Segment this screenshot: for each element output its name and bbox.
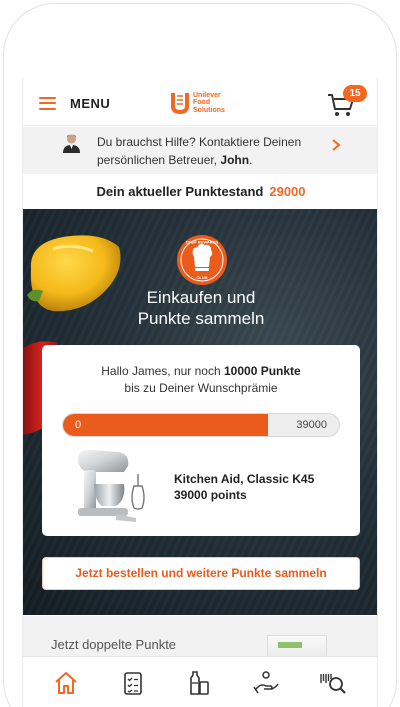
unilever-logo-icon: [171, 93, 189, 114]
points-value: 29000: [269, 184, 306, 199]
bottom-tab-bar: [23, 656, 377, 707]
order-and-collect-button[interactable]: Jetzt bestellen und weitere Punkte samme…: [42, 557, 360, 590]
rewards-hero: CHEF REWARDS CLUB Einkaufen und Punkte s…: [23, 209, 377, 615]
cart-count-badge: 15: [343, 85, 367, 102]
points-balance: Dein aktueller Punktestand 29000: [23, 175, 377, 208]
logo-text: Unilever Food Solutions: [193, 91, 225, 114]
teaser-text: Jetzt doppelte Punkte: [51, 637, 177, 652]
reward-progress-card[interactable]: Hallo James, nur noch 10000 Punkte bis z…: [42, 345, 360, 536]
product-name: Kitchen Aid, Classic K45: [174, 472, 315, 486]
progress-max-label: 39000: [296, 419, 327, 431]
checklist-icon[interactable]: [119, 669, 147, 697]
app-screen: MENU Unilever Food Solutions 15 Du brauc…: [22, 78, 378, 707]
hand-coin-icon[interactable]: [252, 669, 280, 697]
progress-fill: [63, 414, 269, 436]
hero-title: Einkaufen und Punkte sammeln: [137, 288, 265, 328]
badge-text-top: CHEF REWARDS: [186, 240, 219, 245]
progress-min-label: 0: [75, 419, 82, 431]
barcode-search-icon[interactable]: [319, 669, 347, 697]
unilever-food-solutions-logo[interactable]: Unilever Food Solutions: [169, 90, 225, 116]
teaser-product-image: [267, 635, 327, 656]
points-label: Dein aktueller Punktestand: [96, 184, 264, 199]
advisor-avatar: [63, 134, 80, 153]
remaining-points: 10000 Punkte: [224, 364, 301, 378]
stand-mixer-image: [78, 450, 145, 522]
badge-text-bottom: CLUB: [196, 275, 207, 280]
reward-message: Hallo James, nur noch 10000 Punkte bis z…: [101, 364, 301, 395]
home-icon[interactable]: [52, 669, 80, 697]
chef-rewards-club-badge: CHEF REWARDS CLUB: [177, 235, 227, 285]
top-bar: MENU Unilever Food Solutions 15: [23, 78, 377, 126]
menu-button[interactable]: MENU: [39, 92, 110, 114]
hamburger-menu-icon: [39, 96, 56, 110]
help-banner[interactable]: Du brauchst Hilfe? Kontaktiere Deinen pe…: [23, 127, 377, 174]
double-points-teaser[interactable]: Jetzt doppelte Punkte: [23, 616, 377, 656]
chevron-right-icon: [332, 139, 341, 151]
help-message: Du brauchst Hilfe? Kontaktiere Deinen pe…: [97, 135, 302, 167]
products-icon[interactable]: [185, 669, 213, 697]
product-points: 39000 points: [174, 488, 247, 502]
menu-label: MENU: [70, 95, 111, 111]
advisor-name: John: [220, 153, 250, 167]
reward-progress-bar: 0 39000: [62, 413, 340, 437]
